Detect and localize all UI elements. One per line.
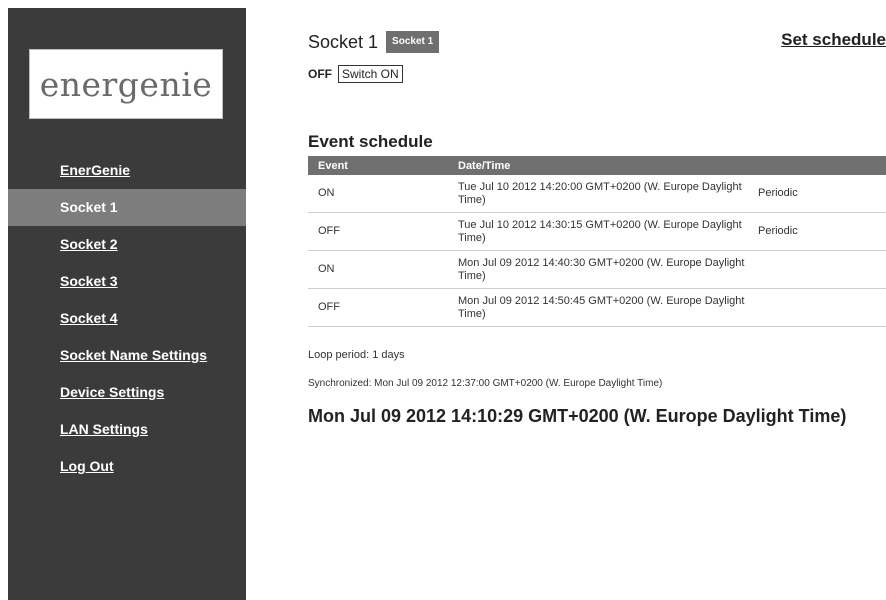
event-schedule-table: Event Date/Time ON Tue Jul 10 2012 14:20…: [308, 156, 886, 327]
table-row: OFF Mon Jul 09 2012 14:50:45 GMT+0200 (W…: [308, 288, 886, 327]
set-schedule-link[interactable]: Set schedule: [781, 30, 886, 50]
logo-text: energenie: [39, 64, 213, 104]
column-header-datetime: Date/Time: [448, 156, 748, 175]
sidebar: energenie EnerGenie Socket 1 Socket 2 So…: [8, 8, 246, 600]
energenie-logo: energenie: [29, 49, 223, 119]
socket-badge: Socket 1: [386, 31, 440, 53]
sidebar-item-socket-2[interactable]: Socket 2: [8, 226, 246, 263]
table-header-row: Event Date/Time: [308, 156, 886, 175]
column-header-event: Event: [308, 156, 448, 175]
status-row: OFF Switch ON: [308, 65, 403, 83]
type-cell: [748, 250, 886, 289]
sidebar-nav: EnerGenie Socket 1 Socket 2 Socket 3 Soc…: [8, 152, 246, 485]
main-content: Socket 1 Socket 1 Set schedule OFF Switc…: [308, 0, 886, 600]
event-cell: OFF: [308, 288, 448, 327]
datetime-cell: Tue Jul 10 2012 14:20:00 GMT+0200 (W. Eu…: [448, 175, 748, 213]
sidebar-item-socket-1[interactable]: Socket 1: [8, 189, 246, 226]
table-row: OFF Tue Jul 10 2012 14:30:15 GMT+0200 (W…: [308, 212, 886, 251]
switch-on-button[interactable]: Switch ON: [338, 65, 403, 83]
sidebar-item-device-settings[interactable]: Device Settings: [8, 374, 246, 411]
sidebar-item-energenie[interactable]: EnerGenie: [8, 152, 246, 189]
column-header-type: [748, 156, 886, 175]
event-schedule-heading: Event schedule: [308, 132, 433, 151]
synchronized-time: Synchronized: Mon Jul 09 2012 12:37:00 G…: [308, 378, 663, 389]
event-cell: OFF: [308, 212, 448, 251]
current-time: Mon Jul 09 2012 14:10:29 GMT+0200 (W. Eu…: [308, 406, 847, 426]
sidebar-item-socket-3[interactable]: Socket 3: [8, 263, 246, 300]
sidebar-item-lan-settings[interactable]: LAN Settings: [8, 411, 246, 448]
title-row: Socket 1 Socket 1: [308, 30, 440, 54]
type-cell: Periodic: [748, 212, 886, 251]
datetime-cell: Mon Jul 09 2012 14:40:30 GMT+0200 (W. Eu…: [448, 250, 748, 289]
event-cell: ON: [308, 175, 448, 213]
datetime-cell: Mon Jul 09 2012 14:50:45 GMT+0200 (W. Eu…: [448, 288, 748, 327]
type-cell: [748, 288, 886, 327]
event-cell: ON: [308, 250, 448, 289]
loop-period: Loop period: 1 days: [308, 349, 405, 361]
sidebar-item-log-out[interactable]: Log Out: [8, 448, 246, 485]
sidebar-item-socket-4[interactable]: Socket 4: [8, 300, 246, 337]
datetime-cell: Tue Jul 10 2012 14:30:15 GMT+0200 (W. Eu…: [448, 212, 748, 251]
table-row: ON Mon Jul 09 2012 14:40:30 GMT+0200 (W.…: [308, 250, 886, 289]
table-row: ON Tue Jul 10 2012 14:20:00 GMT+0200 (W.…: [308, 175, 886, 213]
sidebar-item-socket-name-settings[interactable]: Socket Name Settings: [8, 337, 246, 374]
socket-status: OFF: [308, 67, 332, 81]
page-title: Socket 1: [308, 31, 379, 52]
type-cell: Periodic: [748, 175, 886, 213]
